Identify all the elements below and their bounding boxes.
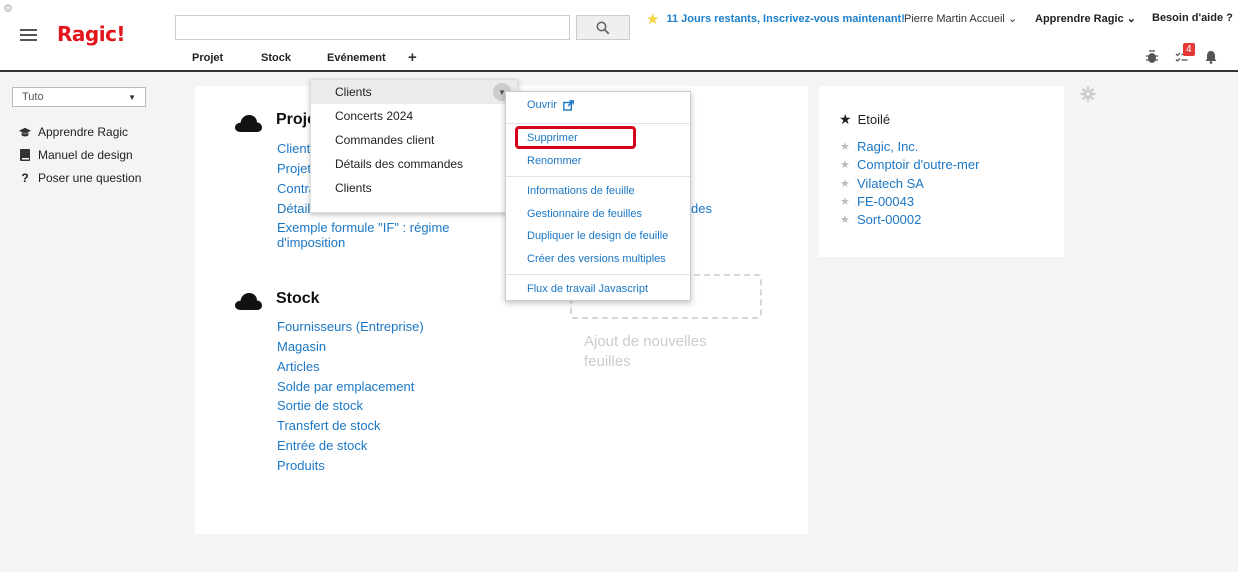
sheet-link[interactable]: Articles — [277, 359, 320, 374]
hamburger-menu-icon[interactable] — [20, 29, 37, 42]
star-icon: ★ — [840, 178, 850, 190]
sheet-link[interactable]: Projet — [277, 161, 311, 176]
sidebar-link-learn[interactable]: Apprendre Ragic — [19, 125, 128, 139]
add-tab-button[interactable]: + — [408, 49, 417, 66]
top-header: ⚙ Ragic! ★ 11 Jours restants, Inscrivez-… — [0, 0, 1238, 72]
sidebar-link-label: Apprendre Ragic — [38, 125, 129, 139]
graduation-cap-icon — [19, 127, 31, 138]
starred-item-label: Ragic, Inc. — [857, 139, 919, 154]
starred-title: ★ Etoilé — [839, 111, 890, 128]
question-icon: ? — [21, 171, 29, 185]
sheet-context-menu: Ouvrir Supprimer Renommer Informations d… — [505, 91, 691, 301]
context-item-sheet-manager[interactable]: Gestionnaire de feuilles — [527, 208, 642, 220]
learn-menu-label: Apprendre Ragic — [1035, 13, 1124, 25]
dropdown-item-commandes[interactable]: Commandes client — [311, 128, 517, 152]
search-icon — [596, 21, 610, 34]
starred-item[interactable]: ★ Sort-00002 — [840, 212, 921, 227]
bug-icon[interactable] — [1145, 50, 1159, 64]
account-select-value: Tuto — [22, 91, 44, 103]
starred-item-label: Vilatech SA — [857, 176, 924, 191]
panel-settings-gear-icon[interactable] — [1080, 86, 1096, 102]
bell-icon[interactable] — [1205, 50, 1217, 64]
dropdown-item-clients[interactable]: Clients — [311, 80, 517, 104]
menu-divider — [506, 176, 690, 177]
starred-item[interactable]: ★ Comptoir d'outre-mer — [840, 157, 979, 172]
dropdown-item-clients-2[interactable]: Clients — [311, 176, 517, 200]
tab-evenement[interactable]: Evénement — [327, 52, 386, 64]
help-menu[interactable]: Besoin d'aide ? — [1152, 12, 1233, 24]
ragic-logo[interactable]: Ragic! — [57, 22, 126, 46]
settings-gear-icon[interactable]: ⚙ — [3, 2, 13, 15]
add-sheets-text[interactable]: Ajout de nouvelles feuilles — [584, 332, 734, 372]
learn-ragic-menu[interactable]: Apprendre Ragic ⌄ — [1035, 12, 1136, 25]
search-input[interactable] — [175, 15, 570, 40]
user-menu-label: Pierre Martin Accueil — [904, 13, 1005, 25]
context-item-duplicate-design[interactable]: Dupliquer le design de feuille — [527, 230, 668, 242]
star-icon: ★ — [646, 11, 660, 28]
external-link-icon — [563, 99, 574, 111]
sidebar-link-label: Manuel de design — [38, 148, 133, 162]
sheet-link[interactable]: Transfert de stock — [277, 418, 381, 433]
section-title-stock: Stock — [276, 290, 320, 307]
account-select[interactable]: Tuto ▼ — [12, 87, 146, 107]
star-icon: ★ — [839, 111, 852, 127]
sheet-link[interactable]: Sortie de stock — [277, 398, 363, 413]
chevron-down-icon: ⌄ — [1126, 13, 1136, 25]
user-menu[interactable]: Pierre Martin Accueil ⌄ — [904, 12, 1017, 25]
tab-stock[interactable]: Stock — [261, 52, 291, 64]
sidebar-link-ask-question[interactable]: ? Poser une question — [19, 171, 141, 185]
chevron-down-icon: ⌄ — [1007, 13, 1018, 25]
sheet-link[interactable]: Entrée de stock — [277, 438, 367, 453]
context-item-open-label: Ouvrir — [527, 99, 557, 111]
notification-badge: 4 — [1183, 43, 1195, 56]
starred-title-label: Etoilé — [857, 112, 891, 127]
sheet-link[interactable]: Fournisseurs (Entreprise) — [277, 319, 424, 334]
trial-text[interactable]: 11 Jours restants, Inscrivez-vous mainte… — [666, 13, 904, 25]
star-icon: ★ — [840, 196, 850, 208]
trial-banner[interactable]: ★ 11 Jours restants, Inscrivez-vous main… — [646, 10, 905, 28]
sheet-link[interactable]: Magasin — [277, 339, 326, 354]
starred-item-label: Comptoir d'outre-mer — [857, 157, 980, 172]
sidebar-link-design-manual[interactable]: Manuel de design — [19, 148, 133, 162]
dropdown-item-details-commandes[interactable]: Détails des commandes — [311, 152, 517, 176]
star-icon: ★ — [840, 159, 850, 171]
sheet-link[interactable]: Produits — [277, 458, 325, 473]
context-item-multiple-versions[interactable]: Créer des versions multiples — [527, 253, 666, 265]
tab-dropdown-menu: Clients Concerts 2024 Commandes client D… — [310, 79, 518, 213]
starred-item[interactable]: ★ Vilatech SA — [840, 176, 924, 191]
star-icon: ★ — [840, 141, 850, 153]
cloud-icon — [235, 293, 262, 310]
context-item-sheet-info[interactable]: Informations de feuille — [527, 185, 635, 197]
context-item-rename[interactable]: Renommer — [527, 155, 581, 167]
tab-projet[interactable]: Projet — [192, 52, 223, 64]
delete-highlight-outline — [515, 126, 636, 149]
sheet-link[interactable]: Solde par emplacement — [277, 379, 414, 394]
starred-item[interactable]: ★ Ragic, Inc. — [840, 139, 918, 154]
context-item-js-workflow[interactable]: Flux de travail Javascript — [527, 283, 648, 295]
sheet-link[interactable]: Exemple formule "IF" : régime d'impositi… — [277, 220, 467, 250]
cloud-icon — [235, 115, 262, 132]
sheet-link-partial[interactable]: des — [691, 201, 712, 216]
starred-item[interactable]: ★ FE-00043 — [840, 194, 914, 209]
star-icon: ★ — [840, 214, 850, 226]
menu-divider — [506, 274, 690, 275]
menu-divider — [506, 123, 690, 124]
search-button[interactable] — [576, 15, 630, 40]
caret-down-icon: ▼ — [128, 92, 136, 102]
book-icon — [19, 149, 31, 161]
sidebar-link-label: Poser une question — [38, 171, 142, 185]
starred-item-label: Sort-00002 — [857, 212, 922, 227]
context-item-open[interactable]: Ouvrir — [527, 99, 574, 111]
dropdown-item-concerts[interactable]: Concerts 2024 — [311, 104, 517, 128]
starred-item-label: FE-00043 — [857, 194, 915, 209]
